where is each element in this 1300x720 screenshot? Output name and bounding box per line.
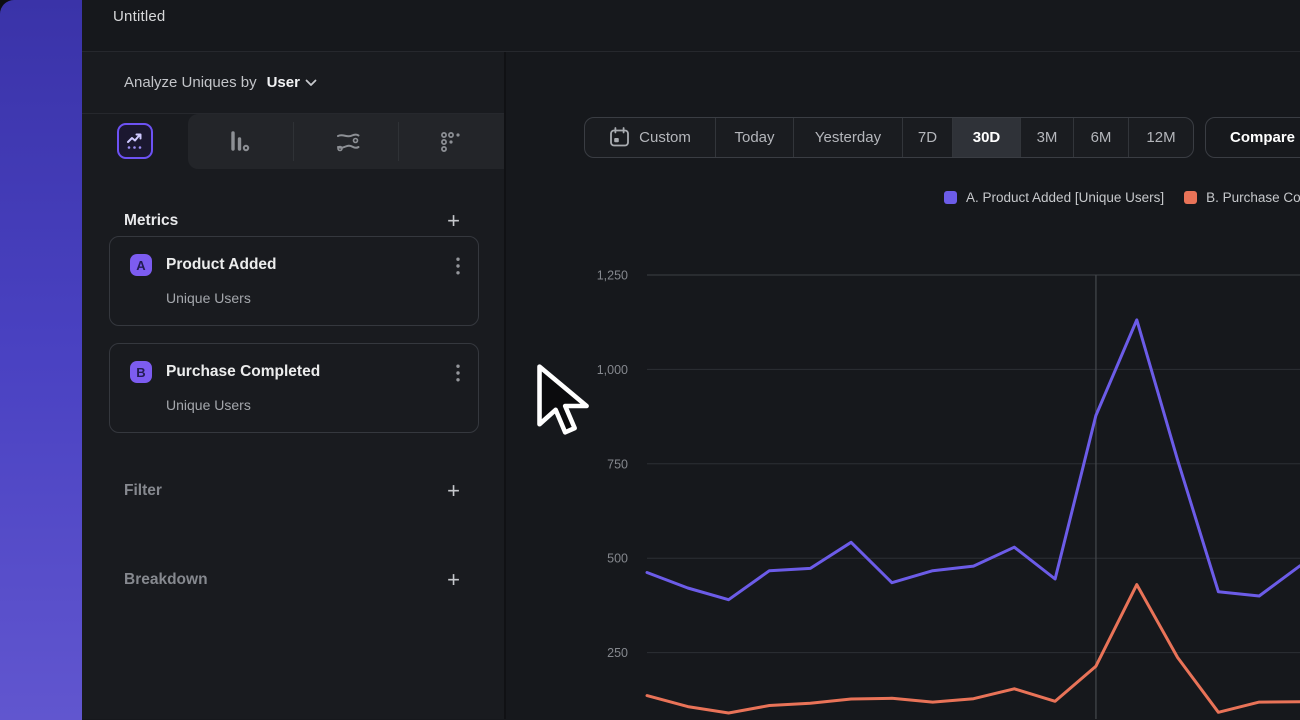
analyze-by-dropdown[interactable]: User	[267, 74, 317, 91]
tab-insights-selected[interactable]	[117, 123, 153, 159]
filter-title: Filter	[124, 482, 162, 500]
kebab-menu-icon	[456, 257, 460, 275]
tab-bar-chart[interactable]	[211, 114, 266, 169]
title-bar: Untitled	[82, 0, 1300, 52]
add-filter-button[interactable]: +	[447, 481, 460, 501]
analyze-by-label: Analyze Uniques by	[124, 74, 257, 91]
filter-section-header: Filter +	[82, 476, 504, 506]
y-axis-label: 500	[607, 552, 628, 566]
analyze-by-value: User	[267, 74, 300, 91]
metric-card-a[interactable]: A Product Added Unique Users	[109, 236, 479, 326]
metric-name: Purchase Completed	[166, 363, 462, 381]
breakdown-title: Breakdown	[124, 571, 208, 589]
y-axis-label: 750	[607, 457, 628, 471]
metric-badge-a: A	[130, 254, 152, 276]
tab-retention[interactable]	[423, 114, 478, 169]
analyze-by-row: Analyze Uniques by User	[82, 52, 504, 114]
breakdown-section-header: Breakdown +	[82, 565, 504, 595]
analytics-app-window: Untitled Analyze Uniques by User	[82, 0, 1300, 720]
metric-measure[interactable]: Unique Users	[166, 290, 462, 306]
chevron-down-icon	[305, 79, 317, 87]
metric-menu-button[interactable]	[456, 257, 460, 275]
bar-chart-icon	[226, 129, 252, 155]
chart-area: Custom Today Yesterday 7D 30D 3M 6M 12M …	[506, 52, 1300, 719]
flows-icon	[334, 130, 362, 154]
metrics-section-header: Metrics +	[82, 206, 504, 236]
retention-grid-icon	[438, 129, 464, 155]
line-chart[interactable]: 02505007501,0001,250May 2May 4May 6May 8…	[506, 104, 1300, 719]
background-gradient-panel	[0, 0, 82, 720]
tab-separator	[398, 122, 399, 161]
metrics-title: Metrics	[124, 212, 178, 230]
metric-menu-button[interactable]	[456, 364, 460, 382]
metric-badge-b: B	[130, 361, 152, 383]
query-builder-panel: Analyze Uniques by User	[82, 52, 506, 719]
metric-card-b[interactable]: B Purchase Completed Unique Users	[109, 343, 479, 433]
y-axis-label: 1,250	[597, 269, 628, 283]
add-metric-button[interactable]: +	[447, 211, 460, 231]
y-axis-label: 250	[607, 646, 628, 660]
add-breakdown-button[interactable]: +	[447, 570, 460, 590]
metric-name: Product Added	[166, 256, 462, 274]
series-line-b	[647, 585, 1300, 713]
tab-flows[interactable]	[320, 114, 375, 169]
line-chart-icon	[124, 130, 146, 152]
metric-measure[interactable]: Unique Users	[166, 397, 462, 413]
tab-separator	[293, 122, 294, 161]
report-title[interactable]: Untitled	[113, 8, 165, 25]
screen: Untitled Analyze Uniques by User	[0, 0, 1300, 720]
kebab-menu-icon	[456, 364, 460, 382]
report-type-tabs	[82, 114, 504, 169]
y-axis-label: 1,000	[597, 363, 628, 377]
